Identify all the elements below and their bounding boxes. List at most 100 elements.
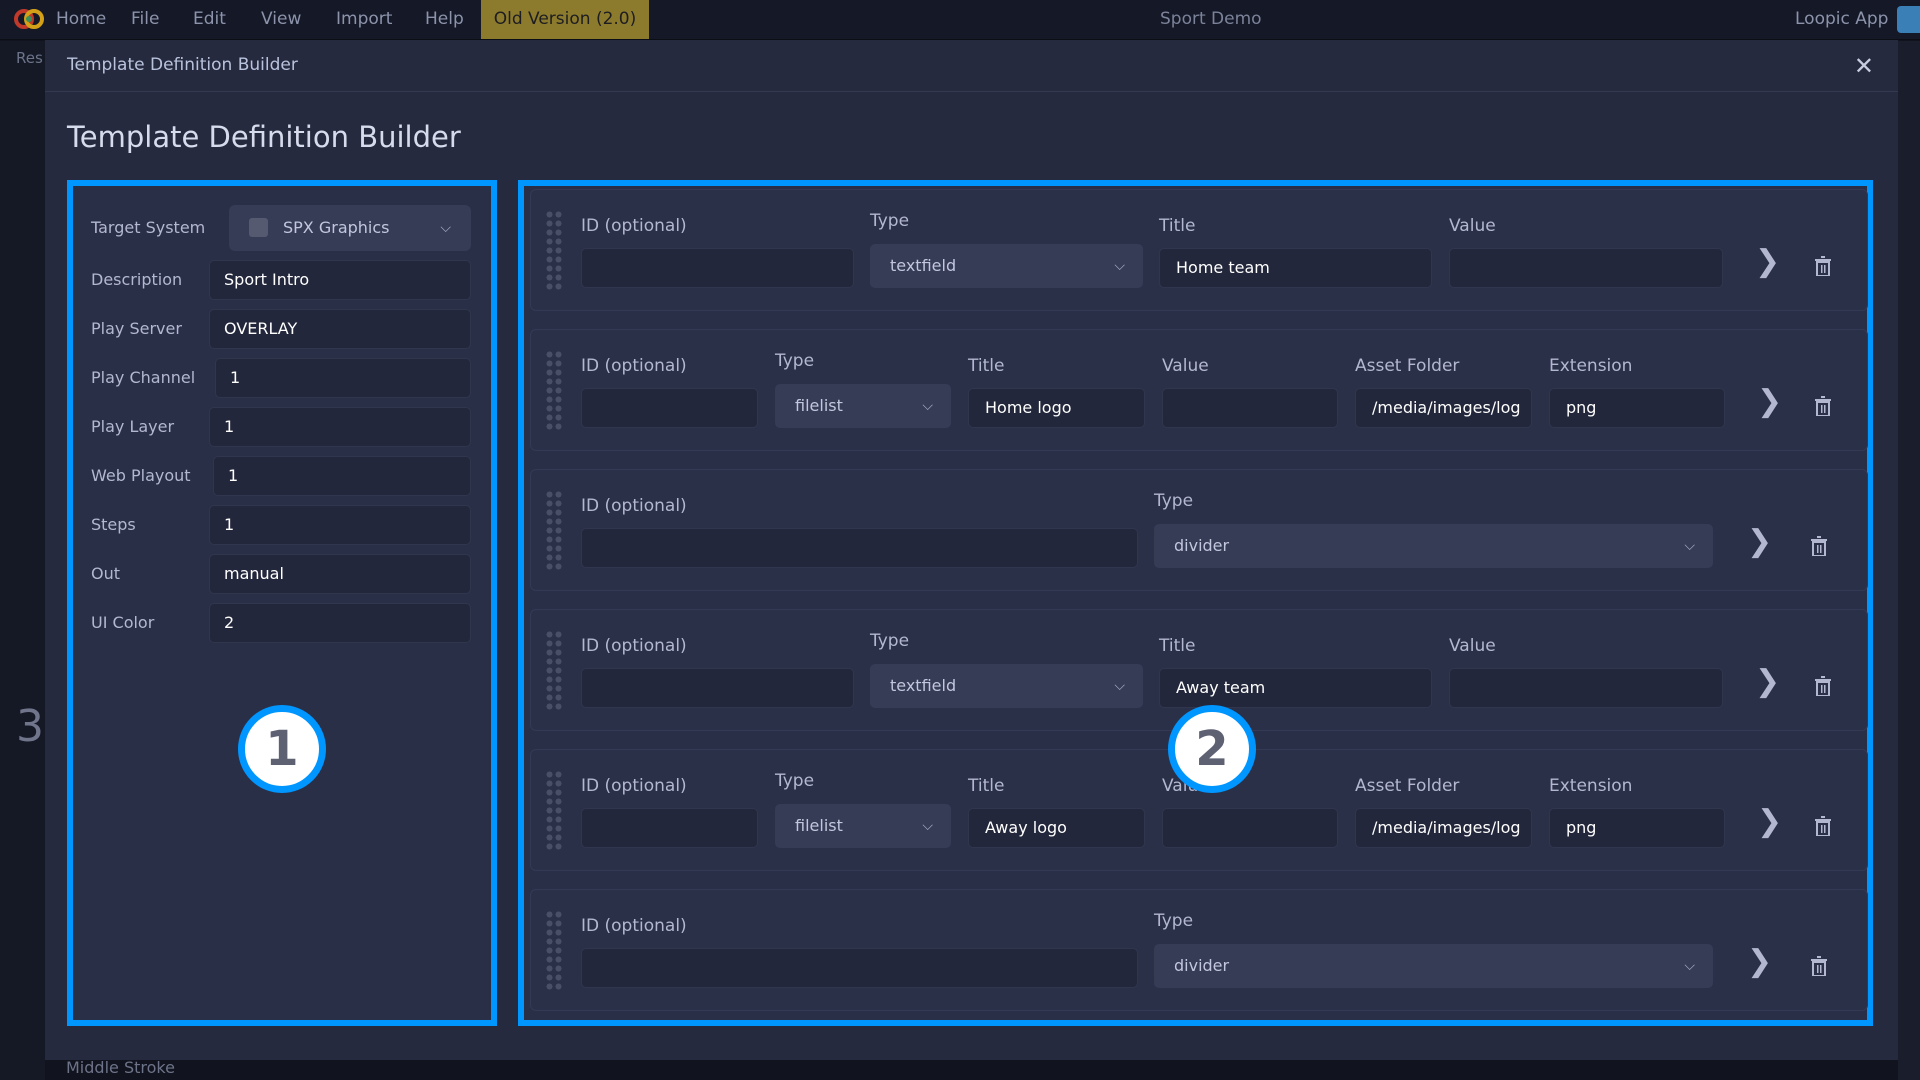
target-system-select[interactable]: SPX Graphics ⌵ (229, 205, 471, 251)
setting-input[interactable]: OVERLAY (209, 309, 471, 349)
chevron-down-icon: ⌵ (1684, 538, 1695, 554)
type-select[interactable]: filelist ⌵ (775, 384, 951, 428)
value-input[interactable] (1449, 248, 1723, 288)
type-select[interactable]: divider ⌵ (1154, 944, 1713, 988)
setting-row: Play Server OVERLAY (73, 309, 491, 349)
trash-icon[interactable] (1815, 676, 1831, 697)
drag-handle-icon[interactable] (545, 630, 563, 710)
chevron-right-icon[interactable]: ❯ (1755, 244, 1780, 279)
menu-bar: Home File Edit View Import Help Old Vers… (0, 0, 1920, 40)
id-input[interactable] (581, 808, 758, 848)
value-input[interactable] (1449, 668, 1723, 708)
field-row-divider: ID (optional) Type divider ⌵ ❯ (530, 469, 1868, 591)
title-input[interactable]: Away team (1159, 668, 1432, 708)
type-value: divider (1174, 536, 1230, 555)
drag-handle-icon[interactable] (545, 490, 563, 570)
field-label: Type (870, 211, 910, 231)
chevron-right-icon[interactable]: ❯ (1755, 664, 1780, 699)
layer-item[interactable]: Middle Stroke (66, 1058, 175, 1077)
extension-input[interactable]: png (1549, 808, 1725, 848)
menu-help[interactable]: Help (425, 0, 464, 40)
field-label: Value (1449, 636, 1496, 656)
setting-input[interactable]: 2 (209, 603, 471, 643)
menu-home[interactable]: Home (56, 0, 106, 40)
field-label: Asset Folder (1355, 776, 1460, 796)
menu-view[interactable]: View (261, 0, 301, 40)
avatar[interactable] (1897, 6, 1920, 33)
type-select[interactable]: divider ⌵ (1154, 524, 1713, 568)
close-icon[interactable]: ✕ (1854, 52, 1874, 80)
field-label: ID (optional) (581, 496, 687, 516)
extension-input[interactable]: png (1549, 388, 1725, 428)
chevron-down-icon: ⌵ (922, 818, 933, 834)
spx-icon (249, 218, 268, 237)
id-input[interactable] (581, 388, 758, 428)
setting-label: Play Channel (91, 368, 196, 387)
drag-handle-icon[interactable] (545, 770, 563, 850)
trash-icon[interactable] (1811, 956, 1827, 977)
setting-input[interactable]: 1 (215, 358, 471, 398)
setting-row: UI Color 2 (73, 603, 491, 643)
type-select[interactable]: filelist ⌵ (775, 804, 951, 848)
trash-icon[interactable] (1815, 256, 1831, 277)
value-input[interactable] (1162, 388, 1338, 428)
trash-icon[interactable] (1811, 536, 1827, 557)
callout-badge-1: 1 (238, 705, 326, 793)
type-value: textfield (890, 676, 957, 695)
setting-input[interactable]: manual (209, 554, 471, 594)
menu-edit[interactable]: Edit (193, 0, 226, 40)
setting-input[interactable]: Sport Intro (209, 260, 471, 300)
modal-header: Template Definition Builder ✕ (45, 40, 1898, 92)
id-input[interactable] (581, 948, 1138, 988)
drag-handle-icon[interactable] (545, 910, 563, 990)
menu-import[interactable]: Import (336, 0, 392, 40)
title-input[interactable]: Home logo (968, 388, 1145, 428)
drag-handle-icon[interactable] (545, 350, 563, 430)
chevron-right-icon[interactable]: ❯ (1757, 384, 1782, 419)
id-input[interactable] (581, 668, 854, 708)
setting-input[interactable]: 1 (213, 456, 471, 496)
drag-handle-icon[interactable] (545, 210, 563, 290)
title-input[interactable]: Home team (1159, 248, 1432, 288)
type-value: filelist (795, 816, 843, 835)
setting-label: Play Layer (91, 417, 175, 436)
chevron-down-icon: ⌵ (922, 398, 933, 414)
type-value: divider (1174, 956, 1230, 975)
type-value: filelist (795, 396, 843, 415)
sidebar-digit: 3 (16, 701, 44, 752)
id-input[interactable] (581, 528, 1138, 568)
sidebar-header: Res (16, 49, 43, 67)
type-value: textfield (890, 256, 957, 275)
modal-header-title: Template Definition Builder (67, 55, 298, 75)
asset-folder-input[interactable]: /media/images/log (1355, 388, 1532, 428)
setting-row: Play Channel 1 (73, 358, 491, 398)
setting-input[interactable]: 1 (209, 505, 471, 545)
old-version-button[interactable]: Old Version (2.0) (481, 0, 649, 39)
title-input[interactable]: Away logo (968, 808, 1145, 848)
id-input[interactable] (581, 248, 854, 288)
target-system-row: Target System SPX Graphics ⌵ (73, 205, 491, 251)
trash-icon[interactable] (1815, 396, 1831, 417)
field-label: ID (optional) (581, 776, 687, 796)
setting-row: Steps 1 (73, 505, 491, 545)
value-input[interactable] (1162, 808, 1338, 848)
type-select[interactable]: textfield ⌵ (870, 664, 1143, 708)
app-name: Loopic App (1795, 9, 1889, 29)
setting-input[interactable]: 1 (209, 407, 471, 447)
field-label: Type (775, 351, 815, 371)
setting-row: Play Layer 1 (73, 407, 491, 447)
chevron-right-icon[interactable]: ❯ (1747, 944, 1772, 979)
callout-badge-2: 2 (1168, 705, 1256, 793)
field-label: Type (1154, 491, 1194, 511)
setting-label: UI Color (91, 613, 155, 632)
chevron-right-icon[interactable]: ❯ (1757, 804, 1782, 839)
setting-row: Out manual (73, 554, 491, 594)
menu-file[interactable]: File (131, 0, 159, 40)
field-label: Value (1162, 356, 1209, 376)
chevron-right-icon[interactable]: ❯ (1747, 524, 1772, 559)
trash-icon[interactable] (1815, 816, 1831, 837)
type-select[interactable]: textfield ⌵ (870, 244, 1143, 288)
field-row-filelist: ID (optional) Type filelist ⌵ Title Home logo… (530, 329, 1868, 451)
asset-folder-input[interactable]: /media/images/log (1355, 808, 1532, 848)
setting-label: Web Playout (91, 466, 191, 485)
